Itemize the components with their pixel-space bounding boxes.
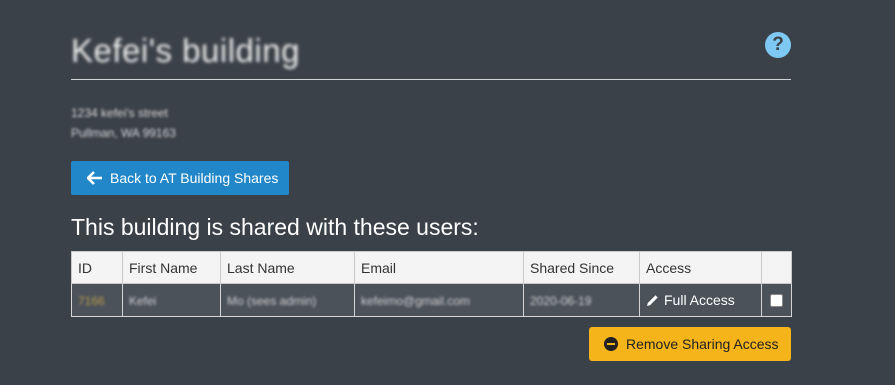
building-address: 1234 kefei's street Pullman, WA 99163 <box>71 103 176 143</box>
cell-access: Full Access <box>639 283 762 317</box>
table-header-row: ID First Name Last Name Email Shared Sin… <box>71 251 792 284</box>
column-header-id: ID <box>71 251 123 284</box>
cell-email: kefeimo@gmail.com <box>354 283 524 317</box>
column-header-shared-since: Shared Since <box>523 251 640 284</box>
table-row: 7166 Kefei Mo (sees admin) kefeimo@gmail… <box>71 283 792 317</box>
access-level-label: Full Access <box>664 292 735 308</box>
title-divider <box>71 79 791 80</box>
address-line-1: 1234 kefei's street <box>71 106 169 120</box>
arrow-left-icon <box>87 171 102 185</box>
column-header-first-name: First Name <box>122 251 221 284</box>
shared-users-table: ID First Name Last Name Email Shared Sin… <box>71 251 792 317</box>
minus-circle-icon <box>604 337 618 351</box>
column-header-select <box>761 251 792 284</box>
row-select-checkbox[interactable] <box>770 293 783 307</box>
shared-users-heading: This building is shared with these users… <box>71 214 479 240</box>
address-line-2: Pullman, WA 99163 <box>71 126 176 140</box>
column-header-access: Access <box>639 251 762 284</box>
back-to-shares-label: Back to AT Building Shares <box>110 170 279 186</box>
page-title: Kefei's building <box>71 32 300 69</box>
access-level: Full Access <box>646 292 755 308</box>
cell-id: 7166 <box>71 283 123 317</box>
question-circle-icon[interactable]: ? <box>765 32 791 58</box>
column-header-email: Email <box>354 251 524 284</box>
back-to-shares-button[interactable]: Back to AT Building Shares <box>71 161 289 195</box>
column-header-last-name: Last Name <box>220 251 355 284</box>
cell-last-name: Mo (sees admin) <box>220 283 355 317</box>
cell-shared-since: 2020-06-19 <box>523 283 640 317</box>
remove-sharing-access-button[interactable]: Remove Sharing Access <box>589 327 791 361</box>
cell-select <box>761 283 792 317</box>
remove-sharing-access-label: Remove Sharing Access <box>626 336 779 352</box>
cell-first-name: Kefei <box>122 283 221 317</box>
pencil-icon <box>647 294 658 306</box>
